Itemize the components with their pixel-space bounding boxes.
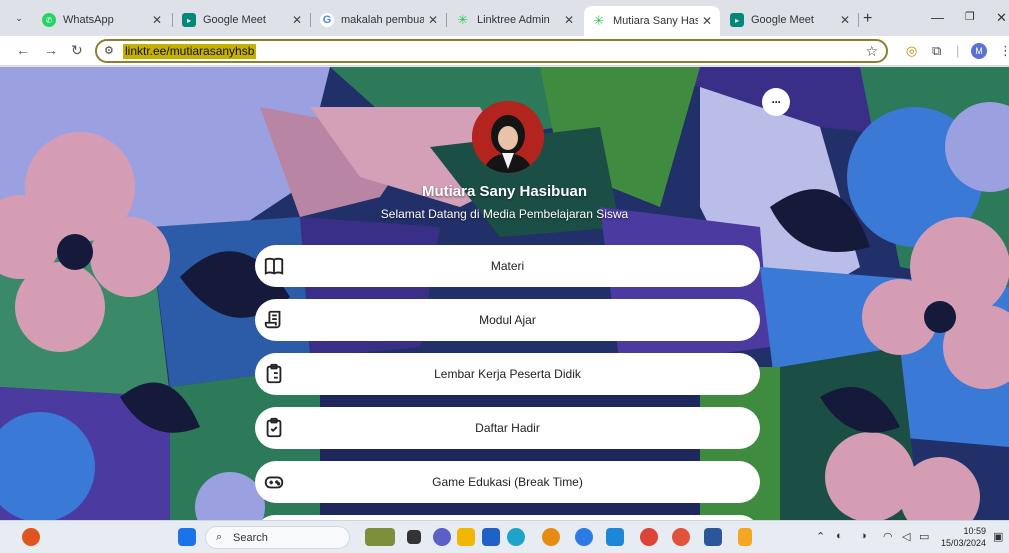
tab-divider: [446, 13, 447, 27]
clipboard-check-icon: [263, 417, 285, 439]
edge-icon[interactable]: [507, 528, 525, 546]
back-icon[interactable]: ←: [16, 42, 30, 58]
extension-icon[interactable]: ◎: [906, 43, 917, 59]
profile-name: Mutiara Sany Hasibuan: [421, 183, 588, 200]
tab-google-meet[interactable]: ▸ Google Meet ✕: [174, 6, 310, 34]
volume-icon[interactable]: ◁: [902, 530, 910, 543]
google-meet-icon: ▸: [730, 13, 744, 27]
tray-app-icon[interactable]: ◐: [836, 530, 843, 542]
link-materi[interactable]: Materi: [255, 245, 760, 287]
link-daftar-hadir[interactable]: Daftar Hadir: [255, 407, 760, 449]
book-icon: [263, 255, 285, 277]
close-icon[interactable]: ✕: [152, 13, 162, 27]
whatsapp-icon: ✆: [42, 13, 56, 27]
taskbar-search[interactable]: ⌕ Search: [205, 526, 350, 549]
restore-icon[interactable]: ❐: [965, 10, 975, 23]
store-icon[interactable]: [482, 528, 500, 546]
link-label: Materi: [490, 259, 525, 273]
windows-taskbar: ⌕ Search ⌃ ◐ ◑ ◠ ◁ ▭ 10:59 15/03/2024 ▣: [0, 520, 1009, 553]
link-label: Game Edukasi (Break Time): [432, 475, 583, 489]
wifi-icon[interactable]: ◠: [883, 530, 893, 543]
task-view-icon[interactable]: [407, 530, 421, 544]
chat-icon[interactable]: [433, 528, 451, 546]
tab-google-meet-2[interactable]: ▸ Google Meet ✕: [722, 6, 858, 34]
search-icon: ⌕: [216, 531, 223, 543]
link-list: Materi Modul Ajar Lembar Kerja Peserta D…: [255, 245, 760, 520]
link-modul-ajar[interactable]: Modul Ajar: [255, 299, 760, 341]
link-label: Modul Ajar: [479, 313, 536, 327]
windows-start-icon[interactable]: [178, 528, 196, 546]
bookmark-star-icon[interactable]: ☆: [865, 43, 878, 60]
clipboard-list-icon: [263, 363, 285, 385]
browser-app-icon[interactable]: [22, 528, 40, 546]
close-icon[interactable]: ✕: [840, 13, 850, 27]
forward-icon[interactable]: →: [44, 42, 58, 58]
app-icon[interactable]: [738, 528, 752, 546]
linktree-icon: ✳: [593, 13, 605, 28]
file-explorer-icon[interactable]: [457, 528, 475, 546]
extensions-puzzle-icon[interactable]: ⧉: [932, 43, 941, 59]
system-clock[interactable]: 10:59 15/03/2024: [940, 525, 986, 549]
close-window-icon[interactable]: ✕: [996, 10, 1007, 26]
tab-strip: ⌄ ✆ WhatsApp ✕ ▸ Google Meet ✕ G makalah…: [0, 0, 1009, 36]
chrome-icon[interactable]: [672, 528, 690, 546]
tab-search-icon[interactable]: ⌄: [10, 9, 28, 27]
url-text[interactable]: linktr.ee/mutiarasanyhsb: [123, 44, 257, 59]
notification-icon[interactable]: ▣: [993, 530, 1003, 543]
scroll-icon: [263, 309, 285, 331]
browser-toolbar: ← → ↻ ⚙ linktr.ee/mutiarasanyhsb ☆ ◎ ⧉ |…: [0, 36, 1009, 66]
tab-mutiara-active[interactable]: ✳ Mutiara Sany Hasibu ✕: [584, 6, 720, 36]
app-icon[interactable]: [575, 528, 593, 546]
close-icon[interactable]: ✕: [428, 13, 438, 27]
new-tab-icon[interactable]: +: [863, 10, 872, 28]
widgets-icon[interactable]: [365, 528, 395, 546]
tab-linktree-admin[interactable]: ✳ Linktree Admin ✕: [448, 6, 582, 34]
tray-chevron-icon[interactable]: ⌃: [816, 530, 825, 543]
linktree-page: ··· Mutiara Sany Hasibuan Selamat Datang…: [0, 67, 1009, 520]
profile-photo: [472, 101, 544, 173]
address-bar[interactable]: ⚙ linktr.ee/mutiarasanyhsb ☆: [95, 39, 888, 63]
profile-bio: Selamat Datang di Media Pembelajaran Sis…: [380, 207, 629, 221]
link-game-edukasi[interactable]: Game Edukasi (Break Time): [255, 461, 760, 503]
chrome-icon[interactable]: [640, 528, 658, 546]
tab-divider: [858, 13, 859, 27]
link-label: Daftar Hadir: [475, 421, 540, 435]
tab-makalah[interactable]: G makalah pembuatan ✕: [312, 6, 446, 34]
link-label: Lembar Kerja Peserta Didik: [434, 367, 581, 381]
app-icon[interactable]: [606, 528, 624, 546]
menu-kebab-icon[interactable]: ⋮: [999, 43, 1009, 59]
linktree-icon: ✳: [457, 12, 469, 27]
gamepad-icon: [263, 471, 285, 493]
tab-divider: [172, 13, 173, 27]
site-info-icon[interactable]: ⚙: [104, 44, 114, 57]
tab-whatsapp[interactable]: ✆ WhatsApp ✕: [34, 6, 170, 34]
app-icon[interactable]: [542, 528, 560, 546]
tray-app-icon[interactable]: ◑: [860, 530, 867, 542]
close-icon[interactable]: ✕: [292, 13, 302, 27]
toolbar-divider: |: [956, 43, 960, 58]
more-options-button[interactable]: ···: [762, 88, 790, 116]
close-icon[interactable]: ✕: [564, 13, 574, 27]
word-icon[interactable]: [704, 528, 722, 546]
tab-divider: [310, 13, 311, 27]
profile-photo-icon: [472, 101, 544, 173]
link-lkpd[interactable]: Lembar Kerja Peserta Didik: [255, 353, 760, 395]
battery-icon[interactable]: ▭: [919, 530, 929, 543]
close-icon[interactable]: ✕: [702, 14, 712, 28]
google-icon: G: [320, 13, 334, 27]
google-meet-icon: ▸: [182, 13, 196, 27]
profile-avatar-icon[interactable]: M: [971, 43, 987, 59]
reload-icon[interactable]: ↻: [71, 42, 83, 59]
minimize-icon[interactable]: —: [931, 10, 944, 25]
